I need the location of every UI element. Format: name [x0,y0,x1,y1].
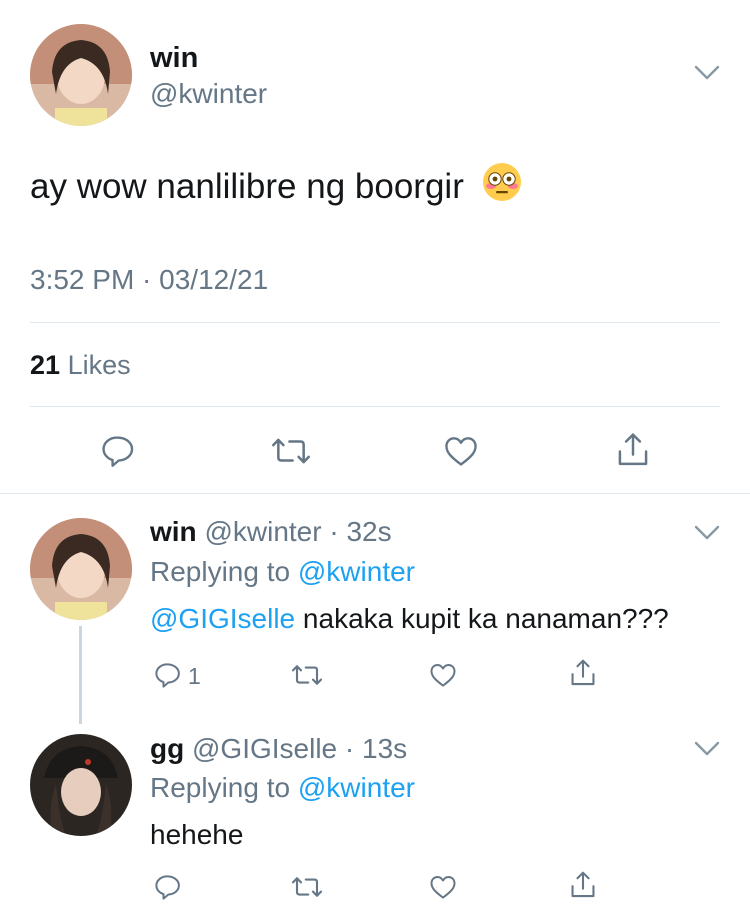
mention-link[interactable]: @GIGIselle [150,603,295,634]
reply-time[interactable]: 13s [362,733,407,764]
tweet-body: ay wow nanlilibre ng boorgir [30,167,464,206]
chevron-down-icon[interactable] [694,524,720,542]
divider [30,406,720,407]
replying-to-link[interactable]: @kwinter [298,772,415,803]
like-icon[interactable] [442,432,480,470]
likes-label: Likes [67,350,131,380]
replying-to: Replying to @kwinter [150,556,415,588]
likes-summary[interactable]: 21 Likes [30,350,131,381]
retweet-icon[interactable] [290,660,324,690]
author-name[interactable]: win [150,516,197,547]
dot-separator: · [321,516,347,547]
avatar[interactable] [30,734,132,836]
flushed-emoji [482,162,522,211]
reply-header: win @kwinter · 32s [150,516,392,548]
share-icon[interactable] [614,430,652,470]
author-name[interactable]: win [150,42,198,75]
author-handle[interactable]: @kwinter [204,516,321,547]
tweet-text: ay wow nanlilibre ng boorgir [30,162,522,211]
divider [30,322,720,323]
retweet-icon[interactable] [270,432,312,470]
reply-count: 1 [188,663,201,689]
share-icon[interactable] [568,657,598,689]
reply-body: hehehe [150,819,244,850]
avatar-photo [30,734,132,836]
reply-icon[interactable] [152,660,182,690]
replying-prefix: Replying to [150,556,291,587]
avatar-photo [30,24,132,126]
reply-icon[interactable] [152,872,182,902]
reply-icon[interactable] [98,432,136,470]
chevron-down-icon[interactable] [694,740,720,758]
retweet-icon[interactable] [290,872,324,902]
author-handle[interactable]: @GIGIselle [192,733,337,764]
reply-text: @GIGIselle nakaka kupit ka nanaman??? [150,603,669,635]
flushed-face-icon [482,163,521,201]
like-icon[interactable] [428,660,458,690]
author-handle[interactable]: @kwinter [150,78,267,110]
avatar-photo [30,518,132,620]
replying-to: Replying to @kwinter [150,772,415,804]
dot-separator: · [337,733,363,764]
reply-header: gg @GIGIselle · 13s [150,733,407,765]
replying-prefix: Replying to [150,772,291,803]
reply-body: nakaka kupit ka nanaman??? [295,603,669,634]
likes-count: 21 [30,350,61,380]
replying-to-link[interactable]: @kwinter [298,556,415,587]
tweet-timestamp[interactable]: 3:52 PM · 03/12/21 [30,264,268,296]
section-divider [0,493,750,494]
chevron-down-icon[interactable] [694,64,720,82]
author-name[interactable]: gg [150,733,184,764]
thread-line [79,626,82,724]
like-icon[interactable] [428,872,458,902]
avatar[interactable] [30,24,132,126]
reply-time[interactable]: 32s [346,516,391,547]
share-icon[interactable] [568,869,598,901]
avatar[interactable] [30,518,132,620]
